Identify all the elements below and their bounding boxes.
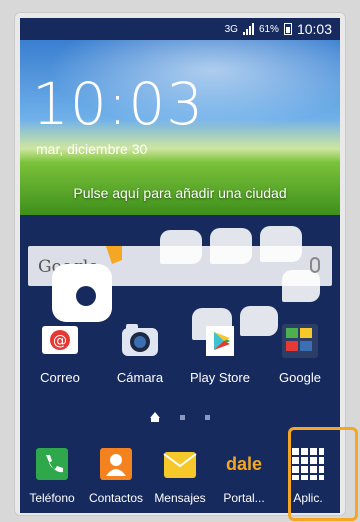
camera-icon	[118, 318, 162, 362]
page-indicator[interactable]	[20, 412, 340, 422]
app-label: Portal...	[223, 491, 265, 505]
weather-add-city[interactable]: Pulse aquí para añadir una ciudad	[20, 185, 340, 201]
app-row: @ Correo Cámara Play Store Google	[20, 318, 340, 385]
network-type: 3G	[224, 23, 238, 35]
contacts-icon	[98, 446, 134, 482]
app-label: Contactos	[88, 491, 144, 505]
app-label: Mensajes	[154, 491, 206, 505]
battery-icon	[283, 23, 292, 35]
clock-weather-widget[interactable]: 10:03 mar, diciembre 30 Pulse aquí para …	[20, 40, 340, 215]
home-page-icon[interactable]	[150, 412, 160, 422]
dock-contactos[interactable]: Contactos	[84, 446, 148, 505]
page-dot[interactable]	[205, 414, 210, 420]
google-folder-icon	[278, 318, 322, 362]
messages-icon	[162, 446, 198, 482]
app-label: Teléfono	[29, 491, 75, 505]
brand-a-logo-icon	[52, 246, 122, 322]
dock-telefono[interactable]: Teléfono	[20, 446, 84, 505]
battery-percent: 61%	[258, 23, 279, 35]
app-camara[interactable]: Cámara	[100, 318, 180, 385]
app-google-folder[interactable]: Google	[260, 318, 340, 385]
date: mar, diciembre 30	[36, 141, 148, 157]
app-label: Cámara	[116, 370, 164, 385]
dale-logo-text: dale	[226, 454, 263, 474]
clock: 10:03	[32, 70, 205, 138]
dock-mensajes[interactable]: Mensajes	[148, 446, 212, 505]
svg-text:@: @	[53, 333, 67, 349]
apps-highlight-box	[288, 427, 358, 521]
phone-icon	[34, 446, 70, 482]
status-time: 10:03	[296, 21, 332, 37]
app-correo[interactable]: @ Correo	[20, 318, 100, 385]
app-play-store[interactable]: Play Store	[180, 318, 260, 385]
app-label: Google	[279, 370, 321, 385]
signal-icon	[242, 23, 254, 35]
app-label: Play Store	[190, 370, 250, 385]
app-label: Correo	[40, 370, 80, 385]
play-store-icon	[198, 318, 242, 362]
email-icon: @	[38, 318, 82, 362]
mic-icon[interactable]	[310, 257, 320, 273]
dock-portal[interactable]: dale Portal...	[212, 446, 276, 505]
status-bar: 3G 61% 10:03	[20, 18, 340, 40]
dale-icon: dale	[226, 446, 262, 482]
page-dot[interactable]	[180, 414, 185, 420]
